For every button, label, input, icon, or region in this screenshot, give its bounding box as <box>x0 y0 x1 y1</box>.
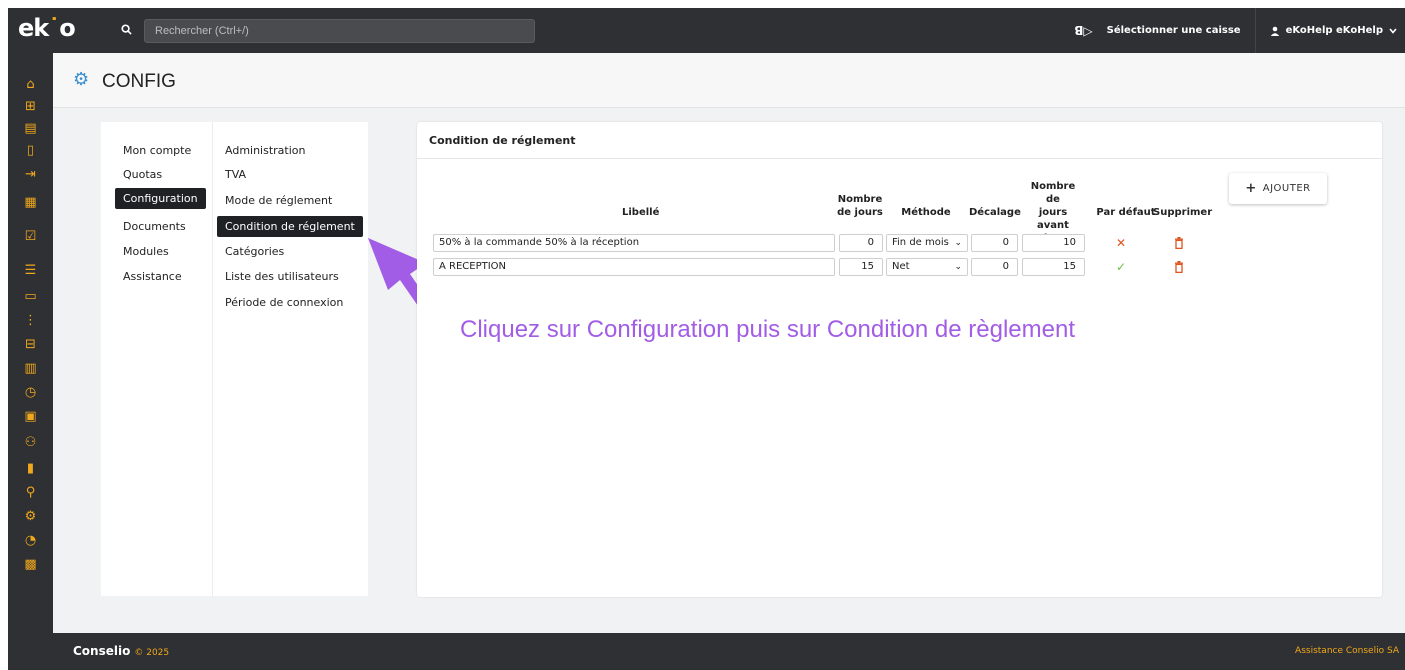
bar-chart-icon[interactable]: ▮ <box>8 461 53 477</box>
row-relance-input[interactable]: 15 <box>1022 258 1085 276</box>
submenu-item-administration[interactable]: Administration <box>217 140 314 161</box>
user-icon <box>1270 26 1279 36</box>
chevron-down-icon: ⌄ <box>954 262 962 272</box>
checklist-icon[interactable]: ☰ <box>8 263 53 279</box>
close-icon[interactable]: ✕ <box>1113 235 1129 251</box>
logo-accent: ˙ <box>48 14 60 42</box>
row-methode-select[interactable]: Net ⌄ <box>886 258 968 276</box>
calendar-icon[interactable]: ▦ <box>8 195 53 211</box>
submenu-item-condition-reglement[interactable]: Condition de réglement <box>217 216 363 237</box>
plus-box-icon[interactable]: ⊞ <box>8 99 53 115</box>
user-menu[interactable]: eKoHelp eKoHelp <box>1270 25 1397 36</box>
add-button[interactable]: + AJOUTER <box>1229 173 1327 204</box>
submenu-item-mode-reglement[interactable]: Mode de réglement <box>217 190 340 211</box>
home-icon[interactable]: ⌂ <box>8 77 53 93</box>
instruction-annotation: Cliquez sur Configuration puis sur Condi… <box>460 316 1075 343</box>
calendar-check-icon[interactable]: ☑ <box>8 229 53 245</box>
palette-icon[interactable]: ◔ <box>8 533 53 549</box>
top-right-actions: ꓭ▷ Sélectionner une caisse eKoHelp eKoHe… <box>1074 8 1397 53</box>
submenu-item-utilisateurs[interactable]: Liste des utilisateurs <box>217 266 347 287</box>
config-menu: Mon compte Quotas Configuration Document… <box>101 122 368 596</box>
submenu-item-categories[interactable]: Catégories <box>217 241 292 262</box>
list-box-icon[interactable]: ▤ <box>8 121 53 137</box>
top-divider <box>1254 8 1256 53</box>
gears-icon: ⚙ <box>73 69 90 90</box>
menu-divider <box>212 122 213 596</box>
row-methode-select[interactable]: Fin de mois ⌄ <box>886 234 968 252</box>
kiosk-icon[interactable]: ꓭ▷ <box>1074 24 1092 38</box>
warehouse-icon[interactable]: ▥ <box>8 361 53 377</box>
export-icon[interactable]: ⇥ <box>8 167 53 183</box>
chevron-down-icon <box>1389 27 1397 34</box>
footer-support-link[interactable]: Assistance Conselio SA <box>1295 646 1399 656</box>
submenu-item-periode-connexion[interactable]: Période de connexion <box>217 292 351 313</box>
row-decalage-input[interactable]: 0 <box>971 234 1018 252</box>
header-libelle: Libellé <box>622 207 660 218</box>
timer-icon[interactable]: ◷ <box>8 385 53 401</box>
header-nombre-jours: Nombre de jours <box>837 193 883 219</box>
panel-title: Condition de réglement <box>429 134 576 147</box>
condition-reglement-panel: Condition de réglement Libellé Nombre de… <box>417 122 1382 597</box>
header-jours-relance-line1: Nombre de <box>1030 181 1076 205</box>
header-decalage: Décalage <box>969 207 1021 218</box>
calculator-icon[interactable]: ▩ <box>8 557 53 573</box>
header-nombre-jours-line2: de jours <box>837 207 883 218</box>
footer: Conselio © 2025 Assistance Conselio SA <box>53 633 1405 670</box>
app-window: ek˙o ꓭ▷ Sélectionner une caisse eKoHelp … <box>8 8 1405 670</box>
page-title: CONFIG <box>102 71 176 92</box>
hierarchy-icon[interactable]: ⊟ <box>8 337 53 353</box>
trash-icon[interactable] <box>1174 261 1184 273</box>
search-icon[interactable]: ⚲ <box>8 485 53 501</box>
header-par-defaut: Par défaut <box>1096 207 1156 218</box>
row-decalage-input[interactable]: 0 <box>971 258 1018 276</box>
badge-icon[interactable]: ▣ <box>8 409 53 425</box>
row-libelle-input[interactable]: 50% à la commande 50% à la réception <box>433 234 835 252</box>
header-jours-relance-line2: jours avant <box>1037 207 1069 231</box>
trash-icon[interactable] <box>1174 237 1184 249</box>
plus-icon: + <box>1245 181 1257 196</box>
menu-item-modules[interactable]: Modules <box>115 241 177 262</box>
chevron-down-icon: ⌄ <box>954 238 962 248</box>
footer-brand: Conselio © 2025 <box>73 644 169 658</box>
menu-item-quotas[interactable]: Quotas <box>115 164 170 185</box>
menu-item-mon-compte[interactable]: Mon compte <box>115 140 199 161</box>
search-icon[interactable] <box>112 19 140 43</box>
app-logo[interactable]: ek˙o <box>18 14 76 42</box>
search-input[interactable] <box>144 19 535 43</box>
row-relance-input[interactable]: 10 <box>1022 234 1085 252</box>
select-register-button[interactable]: Sélectionner une caisse <box>1107 25 1241 36</box>
logo-text-end: o <box>59 14 75 42</box>
row-libelle-input[interactable]: A RECEPTION <box>433 258 835 276</box>
gears-icon[interactable]: ⚙ <box>8 509 53 525</box>
row-methode-value: Net <box>892 261 910 272</box>
top-bar: ek˙o ꓭ▷ Sélectionner une caisse eKoHelp … <box>8 8 1405 53</box>
header-nombre-jours-line1: Nombre <box>837 194 883 205</box>
row-jours-input[interactable]: 15 <box>839 258 883 276</box>
check-icon[interactable]: ✓ <box>1113 259 1129 275</box>
add-button-label: AJOUTER <box>1262 183 1311 194</box>
menu-item-documents[interactable]: Documents <box>115 216 194 237</box>
row-jours-input[interactable]: 0 <box>839 234 883 252</box>
logo-text: ek <box>18 14 49 42</box>
header-methode: Méthode <box>901 207 951 218</box>
page-header: ⚙ CONFIG <box>53 53 1405 108</box>
footer-year: © 2025 <box>134 648 170 658</box>
user-name: eKoHelp eKoHelp <box>1285 25 1383 36</box>
sidebar: ⌂ ⊞ ▤ ▯ ⇥ ▦ ☑ ☰ ▭ ⋮ ⊟ ▥ ◷ ▣ ⚇ ▮ ⚲ ⚙ ◔ ▩ <box>8 53 53 670</box>
submenu-item-tva[interactable]: TVA <box>217 164 254 185</box>
header-supprimer: Supprimer <box>1153 207 1213 218</box>
menu-item-configuration[interactable]: Configuration <box>115 188 206 209</box>
document-icon[interactable]: ▯ <box>8 143 53 159</box>
panel-divider <box>417 158 1382 159</box>
footer-brand-name: Conselio <box>73 644 131 658</box>
route-icon[interactable]: ⋮ <box>8 313 53 329</box>
folder-icon[interactable]: ▭ <box>8 289 53 305</box>
row-methode-value: Fin de mois <box>892 237 949 248</box>
handshake-icon[interactable]: ⚇ <box>8 435 53 451</box>
menu-item-assistance[interactable]: Assistance <box>115 266 190 287</box>
